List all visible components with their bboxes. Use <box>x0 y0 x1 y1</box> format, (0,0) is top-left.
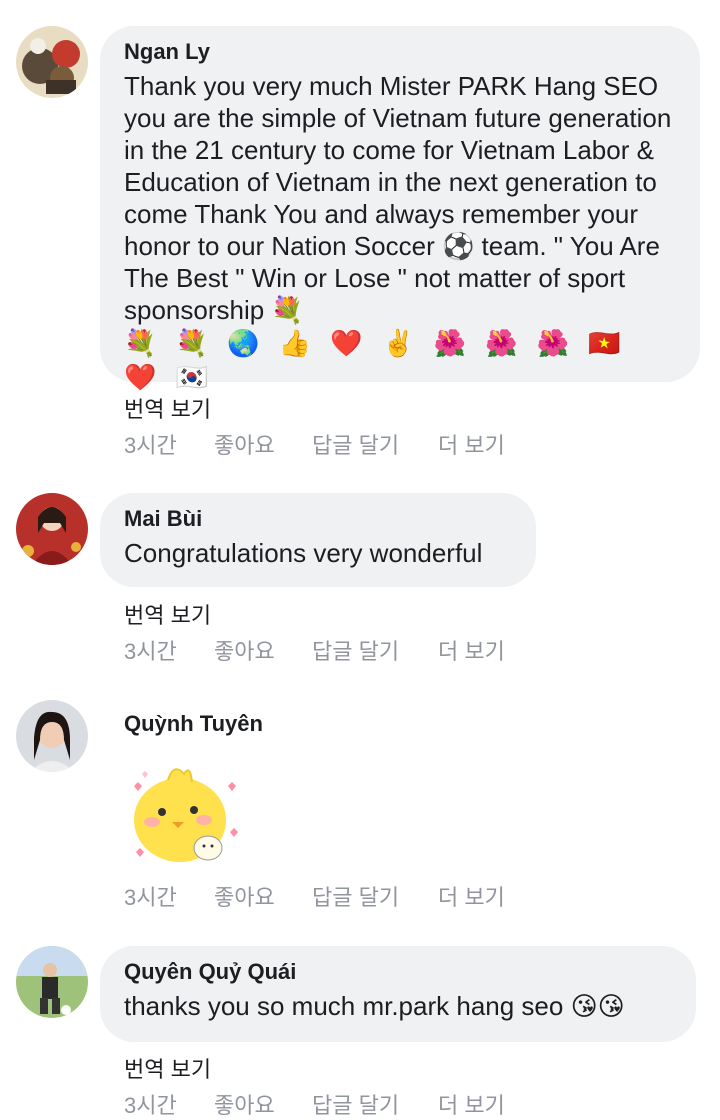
more-button[interactable]: 더 보기 <box>438 1088 505 1120</box>
comment-text: Congratulations very wonderful <box>124 538 483 568</box>
reply-button[interactable]: 답글 달기 <box>312 428 399 460</box>
translate-link[interactable]: 번역 보기 <box>124 1052 211 1084</box>
translate-link[interactable]: 번역 보기 <box>124 392 211 424</box>
comment-text: Thank you very much Mister PARK Hang SEO… <box>124 71 679 325</box>
translate-link[interactable]: 번역 보기 <box>124 598 211 630</box>
more-button[interactable]: 더 보기 <box>438 880 505 912</box>
avatar[interactable] <box>16 26 88 98</box>
like-button[interactable]: 좋아요 <box>214 1088 275 1120</box>
comment-bubble[interactable]: Mai Bùi Congratulations very wonderful <box>100 493 536 587</box>
sticker-image[interactable] <box>118 756 248 876</box>
avatar-image-portrait <box>16 700 88 772</box>
more-button[interactable]: 더 보기 <box>438 428 505 460</box>
comment-author[interactable]: Quỳnh Tuyên <box>124 710 263 738</box>
comment-bubble[interactable]: Ngan Ly Thank you very much Mister PARK … <box>100 26 700 392</box>
comment-bubble[interactable]: Quyên Quỷ Quái thanks you so much mr.par… <box>100 946 696 1042</box>
yellow-chick-sticker-icon <box>134 768 238 862</box>
reply-button[interactable]: 답글 달기 <box>312 880 399 912</box>
avatar-image-photo <box>16 946 88 1018</box>
timestamp: 3시간 <box>124 1093 177 1118</box>
avatar[interactable] <box>16 493 88 565</box>
avatar[interactable] <box>16 700 88 772</box>
avatar-image-cartoon <box>16 26 88 98</box>
timestamp: 3시간 <box>124 639 177 664</box>
comment-author[interactable]: Quyên Quỷ Quái <box>124 958 672 986</box>
avatar[interactable] <box>16 946 88 1018</box>
timestamp: 3시간 <box>124 885 177 910</box>
comment-author[interactable]: Mai Bùi <box>124 505 512 533</box>
reply-button[interactable]: 답글 달기 <box>312 1088 399 1120</box>
more-button[interactable]: 더 보기 <box>438 634 505 666</box>
avatar-image-portrait <box>16 493 88 565</box>
timestamp: 3시간 <box>124 433 177 458</box>
comment-text: thanks you so much mr.park hang seo 😘😘 <box>124 991 625 1021</box>
reply-button[interactable]: 답글 달기 <box>312 634 399 666</box>
comment-author[interactable]: Ngan Ly <box>124 38 676 66</box>
comment-emoji-row: 💐 💐 🌏 👍 ❤️ ✌️ 🌺 🌺 🌺 🇻🇳 ❤️ 🇰🇷 <box>124 328 627 392</box>
like-button[interactable]: 좋아요 <box>214 880 275 912</box>
like-button[interactable]: 좋아요 <box>214 428 275 460</box>
like-button[interactable]: 좋아요 <box>214 634 275 666</box>
